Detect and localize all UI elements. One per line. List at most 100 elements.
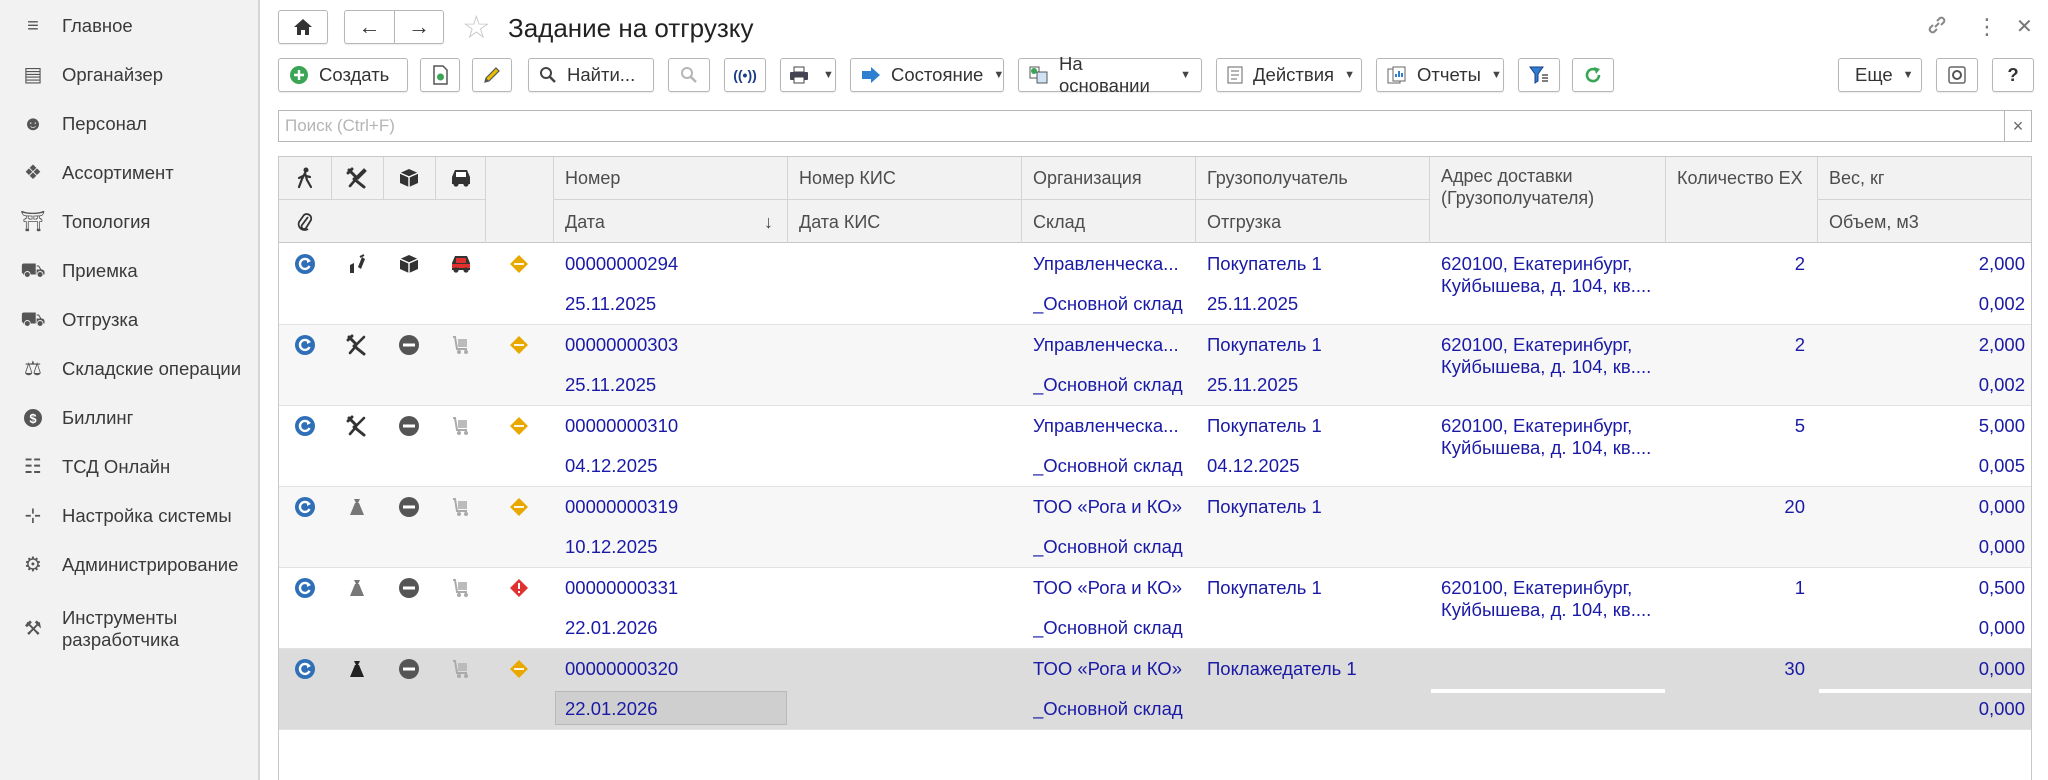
reports-button[interactable]: Отчеты ▼ xyxy=(1376,58,1504,92)
filter-button[interactable] xyxy=(1518,58,1560,92)
warning-diamond-icon xyxy=(493,487,545,527)
delivery-address: 620100, Екатеринбург, Куйбышева, д. 104,… xyxy=(1441,253,1652,296)
weight: 0,000 xyxy=(1978,496,2025,517)
table-row[interactable]: 00000000320 22.01.2026 ТОО «Рога и КО» _Осн… xyxy=(279,649,2031,730)
settings-button[interactable] xyxy=(1936,58,1978,92)
home-button[interactable] xyxy=(278,10,328,44)
copy-button[interactable] xyxy=(420,58,460,92)
link-icon[interactable] xyxy=(1926,14,1948,42)
edit-button[interactable] xyxy=(472,58,512,92)
sidebar-item-9[interactable]: ☷ ТСД Онлайн xyxy=(0,447,258,487)
processed-icon xyxy=(279,406,331,446)
sidebar-item-11[interactable]: ⚙ Администрирование xyxy=(0,545,258,585)
boxes-icon: ❖ xyxy=(24,162,42,184)
table-row[interactable]: 00000000319 10.12.2025 ТОО «Рога и КО» _Осн… xyxy=(279,487,2031,568)
favorite-star-icon[interactable]: ☆ xyxy=(462,10,491,44)
bag-icon xyxy=(331,487,383,527)
col-kis-number[interactable]: Номер КИС xyxy=(789,157,896,199)
sidebar-item-5[interactable]: ⛟ Приемка xyxy=(0,251,258,291)
search-input[interactable] xyxy=(279,111,2005,141)
organization: Управленческа... xyxy=(1033,415,1179,436)
more-button[interactable]: Еще ▼ xyxy=(1838,58,1922,92)
cart-icon xyxy=(435,568,487,608)
doc-number: 00000000294 xyxy=(565,253,679,274)
warehouse: _Основной склад xyxy=(1033,374,1183,395)
car-icon[interactable] xyxy=(435,157,487,199)
close-icon[interactable]: ✕ xyxy=(2016,14,2033,39)
col-shipment[interactable]: Отгрузка xyxy=(1197,201,1281,243)
document-copy-icon xyxy=(431,65,449,85)
consignee: Покупатель 1 xyxy=(1207,496,1322,517)
search-field[interactable] xyxy=(278,110,2005,142)
weight: 0,500 xyxy=(1978,577,2025,598)
actions-button[interactable]: Действия ▼ xyxy=(1216,58,1362,92)
sidebar-item-4[interactable]: ⛩ Топология xyxy=(0,202,258,242)
state-button[interactable]: Состояние ▼ xyxy=(850,58,1004,92)
volume: 0,000 xyxy=(1978,698,2025,719)
attachment-icon[interactable] xyxy=(279,201,331,243)
col-consignee[interactable]: Грузополучатель xyxy=(1197,157,1348,199)
sidebar-item-2[interactable]: ☻ Персонал xyxy=(0,104,258,144)
back-button[interactable]: ← xyxy=(344,10,394,44)
table-row[interactable]: 00000000294 25.11.2025 Управленческа... _Ос… xyxy=(279,244,2031,325)
box-icon[interactable] xyxy=(383,157,435,199)
col-kis-date[interactable]: Дата КИС xyxy=(789,201,880,243)
col-address[interactable]: Адрес доставки (Грузополучателя) xyxy=(1431,165,1661,209)
col-volume[interactable]: Объем, м3 xyxy=(1819,201,1919,243)
find-button[interactable]: Найти... xyxy=(528,58,654,92)
help-button[interactable]: ? xyxy=(1992,58,2034,92)
table-row[interactable]: 00000000331 22.01.2026 ТОО «Рога и КО» _Осн… xyxy=(279,568,2031,649)
table-row[interactable]: 00000000303 25.11.2025 Управленческа... _Ос… xyxy=(279,325,2031,406)
scanner-button[interactable]: ((•)) xyxy=(724,58,766,92)
refresh-button[interactable] xyxy=(1572,58,1614,92)
clear-search-button[interactable]: × xyxy=(2004,110,2032,142)
doc-date: 25.11.2025 xyxy=(565,293,657,314)
doc-number: 00000000320 xyxy=(565,658,679,679)
doc-date: 10.12.2025 xyxy=(565,536,658,557)
col-weight[interactable]: Вес, кг xyxy=(1819,157,1884,199)
based-on-button-label: На основании xyxy=(1059,53,1150,96)
notepad-icon: ▤ xyxy=(23,64,43,86)
reports-icon xyxy=(1387,66,1407,84)
delivery-address: 620100, Екатеринбург, Куйбышева, д. 104,… xyxy=(1441,577,1652,620)
processed-icon xyxy=(279,487,331,527)
divider xyxy=(787,157,788,243)
col-organization[interactable]: Организация xyxy=(1023,157,1142,199)
sidebar-item-8[interactable]: $ Биллинг xyxy=(0,398,258,438)
divider xyxy=(1819,689,2031,693)
col-number[interactable]: Номер xyxy=(555,157,620,199)
weight: 5,000 xyxy=(1978,415,2025,436)
sidebar-item-0[interactable]: ≡ Главное xyxy=(0,6,258,46)
divider xyxy=(1817,199,2031,200)
print-button[interactable]: ▼ xyxy=(780,58,836,92)
sidebar-item-label: Администрирование xyxy=(62,554,239,575)
doc-date: 22.01.2026 xyxy=(565,698,658,719)
organization: Управленческа... xyxy=(1033,253,1179,274)
shipment-date: 25.11.2025 xyxy=(1207,374,1299,395)
refresh-icon xyxy=(1583,65,1603,85)
sidebar-item-6[interactable]: ⛟ Отгрузка xyxy=(0,300,258,340)
table-row[interactable]: 00000000310 04.12.2025 Управленческа... _Ос… xyxy=(279,406,2031,487)
sidebar-item-3[interactable]: ❖ Ассортимент xyxy=(0,153,258,193)
sidebar-item-1[interactable]: ▤ Органайзер xyxy=(0,55,258,95)
quantity: 2 xyxy=(1794,334,1805,355)
sidebar-item-10[interactable]: ⊹ Настройка системы xyxy=(0,496,258,536)
walker-icon[interactable] xyxy=(279,157,331,199)
create-button[interactable]: Создать xyxy=(278,58,408,92)
col-qty[interactable]: Количество ЕХ xyxy=(1667,157,1803,199)
forward-button[interactable]: → xyxy=(394,10,444,44)
more-vertical-icon[interactable]: ⋮ xyxy=(1976,14,1998,40)
col-date[interactable]: Дата ↓ xyxy=(555,201,787,243)
sidebar-item-12[interactable]: ⚒ Инструменты разработчика xyxy=(0,604,258,654)
warehouse: _Основной склад xyxy=(1033,617,1183,638)
sidebar-item-7[interactable]: ⚖ Складские операции xyxy=(0,349,258,389)
more-button-label: Еще xyxy=(1855,64,1893,85)
gear-icon: ⚙ xyxy=(24,554,42,576)
shipment-date: 04.12.2025 xyxy=(1207,455,1300,476)
cancel-search-button[interactable] xyxy=(668,58,710,92)
based-on-button[interactable]: На основании ▼ xyxy=(1018,53,1202,96)
quantity: 20 xyxy=(1784,496,1805,517)
people-icon: ☻ xyxy=(22,113,44,135)
tools-icon[interactable] xyxy=(331,157,383,199)
col-warehouse[interactable]: Склад xyxy=(1023,201,1085,243)
